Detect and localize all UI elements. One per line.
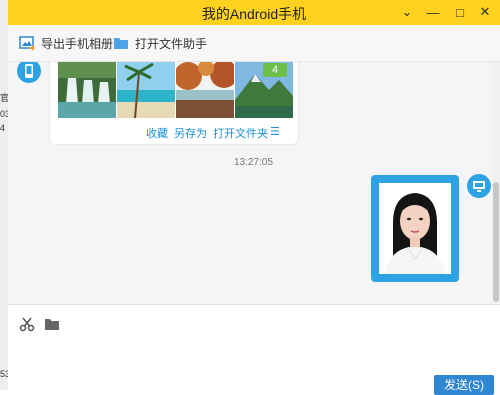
message-input-area[interactable]: 发送(S) (8, 304, 500, 395)
folder-icon (45, 319, 59, 330)
thumbnail-autumn-lake[interactable] (176, 62, 234, 118)
minimize-button[interactable]: — (422, 2, 444, 22)
folder-icon (114, 38, 128, 49)
export-album-button[interactable]: 导出手机相册 (19, 34, 113, 52)
portrait-photo[interactable] (379, 183, 451, 274)
send-button[interactable]: 发送(S) (434, 375, 494, 395)
image-count-badge: 4 (263, 63, 287, 77)
phone-icon (25, 64, 33, 78)
title-bar: 我的Android手机 ⌄ — □ ✕ (8, 0, 500, 25)
maximize-icon: □ (456, 4, 464, 20)
open-file-assistant-label: 打开文件助手 (135, 36, 208, 51)
message-actions: 收藏 另存为 打开文件夹 ☰ (50, 125, 298, 141)
background-window: 官 03 4 53 (0, 0, 10, 390)
favorite-link[interactable]: 收藏 (146, 125, 168, 141)
chat-scrollbar[interactable] (492, 62, 500, 303)
save-as-link[interactable]: 另存为 (174, 125, 207, 141)
close-button[interactable]: ✕ (474, 2, 496, 22)
open-file-assistant-button[interactable]: 打开文件助手 (113, 34, 207, 52)
maximize-button[interactable]: □ (449, 2, 471, 22)
send-file-button[interactable] (43, 315, 61, 333)
thumbnail-mountain[interactable]: 4 (235, 62, 293, 118)
scissors-icon (19, 317, 35, 332)
received-images-message: 4 收藏 另存为 打开文件夹 ☰ (50, 62, 298, 144)
collapse-button[interactable]: ⌄ (396, 2, 418, 22)
export-album-label: 导出手机相册 (41, 36, 114, 51)
sent-image-message[interactable] (371, 175, 459, 282)
menu-icon[interactable]: ☰ (270, 125, 280, 138)
monitor-icon (473, 180, 485, 192)
phone-avatar (17, 62, 41, 83)
toolbar: 导出手机相册 打开文件助手 (8, 25, 500, 62)
open-folder-link[interactable]: 打开文件夹 (213, 125, 268, 141)
background-text: 4 (0, 123, 6, 133)
chat-area: 4 收藏 另存为 打开文件夹 ☰ 13:27:05 (8, 62, 492, 303)
pc-avatar (467, 174, 491, 198)
message-timestamp: 13:27:05 (234, 157, 273, 168)
android-phone-window: 我的Android手机 ⌄ — □ ✕ 导出手机相册 打开文件助手 4 收藏 另… (8, 0, 500, 395)
screenshot-button[interactable] (18, 315, 36, 333)
minimize-icon: — (426, 4, 440, 20)
thumbnail-beach[interactable] (117, 62, 175, 118)
close-icon: ✕ (479, 4, 491, 19)
chevron-down-icon: ⌄ (401, 4, 413, 19)
thumbnail-waterfall[interactable] (58, 62, 116, 118)
image-thumbnails: 4 (58, 62, 294, 118)
export-image-icon (19, 36, 35, 51)
scrollbar-thumb[interactable] (493, 182, 499, 302)
